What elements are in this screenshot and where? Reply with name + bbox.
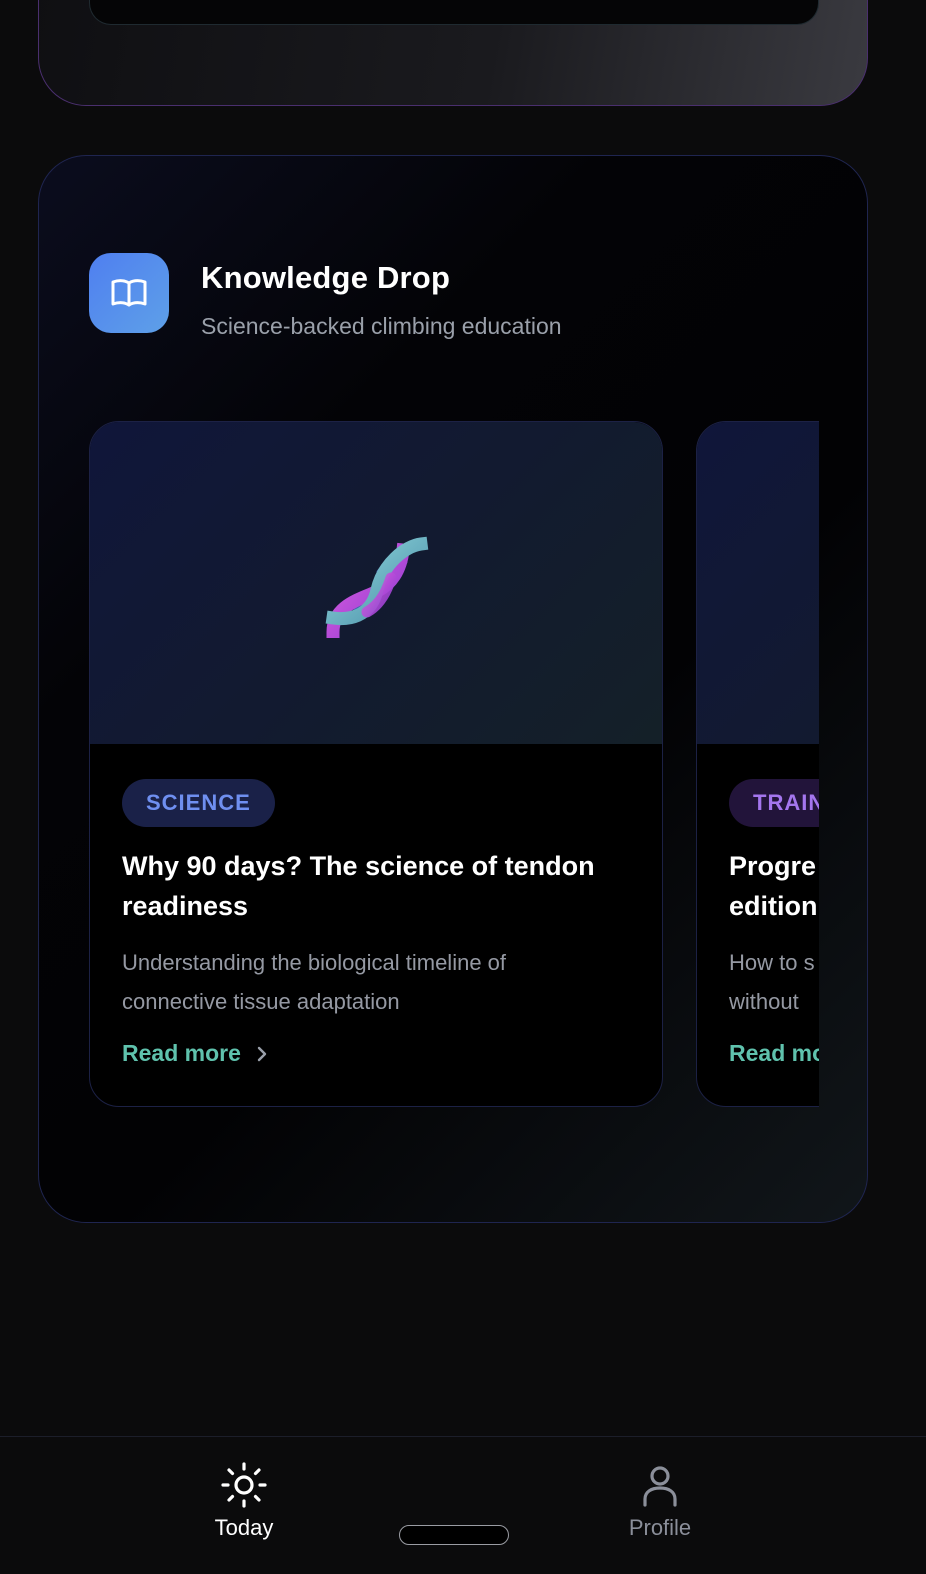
article-carousel[interactable]: SCIENCE Why 90 days? The science of tend… — [89, 421, 819, 1107]
nav-label-today: Today — [214, 1515, 274, 1540]
bottom-nav: Today Profile — [0, 1436, 926, 1574]
article-description: Understanding the biological timeline of… — [122, 950, 507, 1014]
previous-card — [38, 0, 868, 106]
dna-icon — [325, 536, 429, 638]
article-hero — [90, 422, 662, 744]
read-more-label: Read mo — [729, 1040, 819, 1066]
home-screen: Knowledge Drop Science-backed climbing e… — [0, 0, 926, 1574]
article-title: Progre edition — [729, 851, 818, 921]
article-card[interactable]: SCIENCE Why 90 days? The science of tend… — [89, 421, 663, 1107]
category-tag: SCIENCE — [122, 779, 275, 827]
read-more-link[interactable]: Read mo — [729, 1040, 819, 1067]
nav-item-today[interactable]: Today — [174, 1461, 314, 1541]
read-more-label: Read more — [122, 1040, 241, 1066]
knowledge-drop-card: Knowledge Drop Science-backed climbing e… — [38, 155, 868, 1223]
nav-label-profile: Profile — [628, 1515, 692, 1540]
book-open-icon — [89, 253, 169, 333]
read-more-link[interactable]: Read more — [122, 1040, 269, 1067]
user-icon — [643, 1466, 677, 1507]
previous-card-content — [89, 0, 819, 25]
section-title: Knowledge Drop — [201, 260, 451, 295]
category-tag: TRAIN — [729, 779, 819, 827]
home-indicator — [399, 1525, 509, 1545]
article-description: How to s without — [729, 950, 815, 1014]
article-title: Why 90 days? The science of tendon readi… — [122, 851, 595, 921]
article-card[interactable]: TRAIN Progre edition How to s without Re… — [696, 421, 819, 1107]
sun-icon — [221, 1462, 267, 1508]
nav-item-profile[interactable]: Profile — [590, 1461, 730, 1541]
chevron-right-icon — [257, 1046, 267, 1061]
article-hero — [697, 422, 819, 744]
section-subtitle: Science-backed climbing education — [201, 313, 562, 339]
